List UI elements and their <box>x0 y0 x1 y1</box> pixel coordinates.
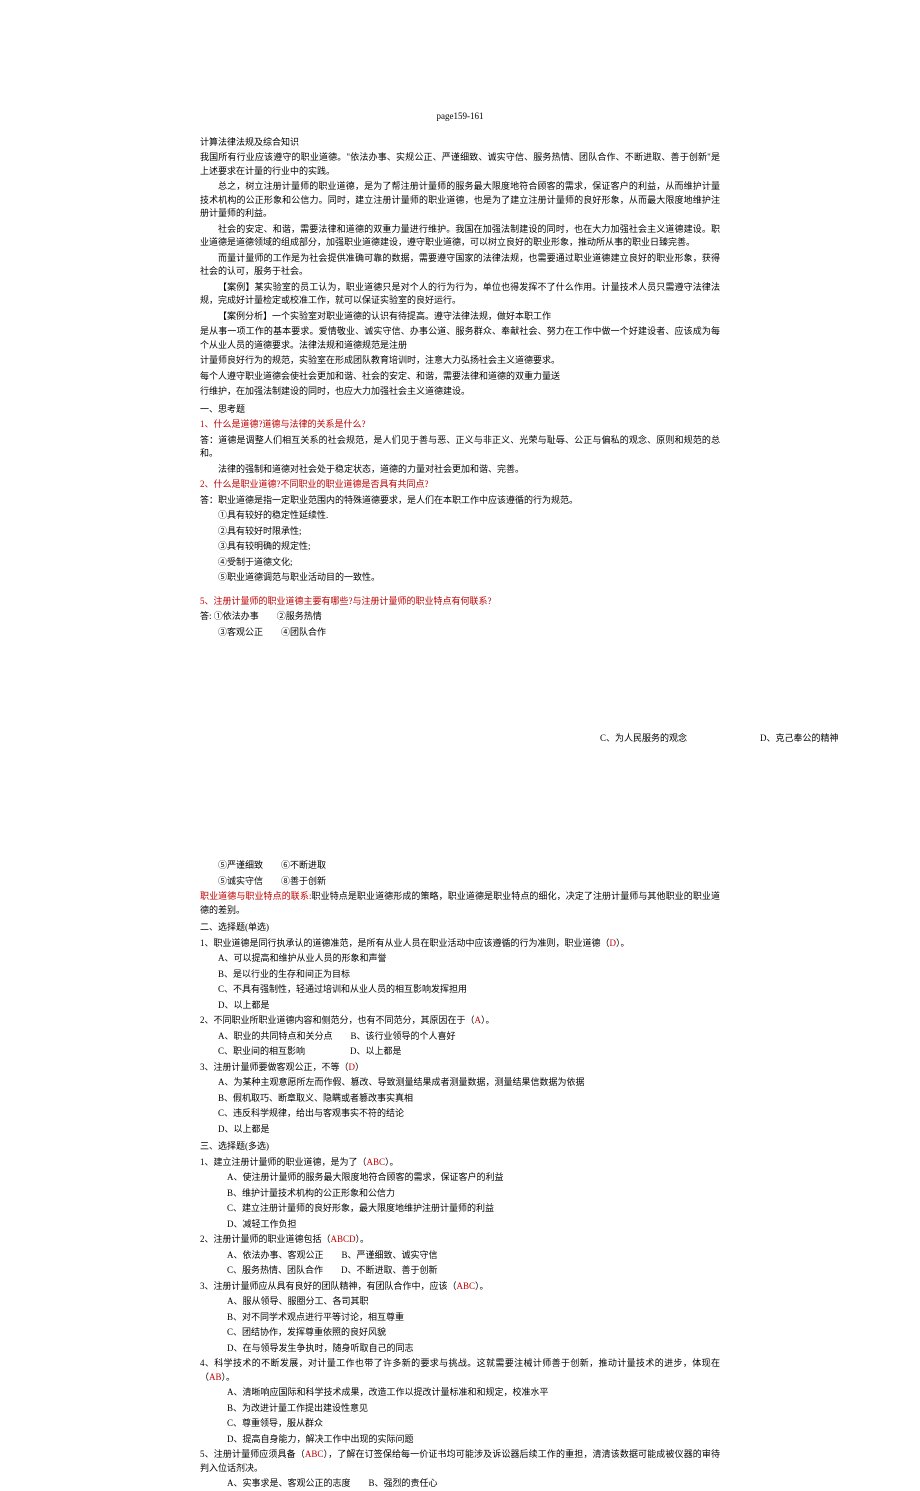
answer-5-2: ③客观公正 ④团队合作 <box>218 626 720 640</box>
paragraph: 行维护，在加强法制建设的同时，也应大力加强社会主义道德建设。 <box>200 385 720 399</box>
option: B、是以行业的生存和间正为目标 <box>218 968 720 982</box>
option: D、在与领导发生争执时，随身听取自己的同志 <box>227 1342 720 1356</box>
paragraph: 【案例分析】一个实验室对职业道德的认识有待提高。遵守法律法规，做好本职工作 <box>200 310 720 324</box>
option: B、维护计量技术机构的公正形象和公信力 <box>227 1187 720 1201</box>
paragraph: 【案例】某实验室的员工认为，职业道德只是对个人的行为行为，单位也得发挥不了什么作… <box>200 281 720 308</box>
paragraph: 计量师良好行为的规范，实验室在形成团队教育培训时，注意大力弘扬社会主义道德要求。 <box>200 354 720 368</box>
option: A、为某种主观意愿所左而作假、篡改、导致测量结果成者测量数据，测量结果信数据为依… <box>218 1076 720 1090</box>
answer-1: 答：道德是调整人们相互关系的社会规范，是人们见于善与恶、正义与非正义、光荣与耻辱… <box>200 434 720 461</box>
option: B、假机取巧、断章取义、隐瞒或者篡改事实真相 <box>218 1092 720 1106</box>
option: C、职业间的相互影响 D、以上都是 <box>218 1045 720 1059</box>
option: C、不具有强制性，轻通过培训和从业人员的相互影响发挥担用 <box>218 983 720 997</box>
list-item: ②具有较好时限承性; <box>218 525 720 539</box>
option: B、对不同学术观点进行平等讨论，相互尊重 <box>227 1311 720 1325</box>
page-header: page159-161 <box>200 110 720 124</box>
option: A、实事求是、客观公正的志度 B、强烈的责任心 <box>227 1477 720 1491</box>
s3-q1: 1、建立注册计量师的职业道德，是为了（ABC）。 <box>200 1156 720 1170</box>
paragraph: 而量计量师的工作是为社会提供准确可靠的数据，需要遵守国家的法律法规，也需要通过职… <box>200 252 720 279</box>
section-1-title: 一、思考题 <box>200 403 720 417</box>
option: C、服务热情、团队合作 D、不断进取、善于创新 <box>227 1264 720 1278</box>
relation-label: 职业道德与职业特点的联系: <box>200 891 311 901</box>
option-c: C、为人民服务的观念 <box>600 732 687 746</box>
option: D、减轻工作负担 <box>227 1218 720 1232</box>
paragraph: 每个人遵守职业道德会使社会更加和谐、社会的安定、和谐，需要法律和道德的双重力量送 <box>200 370 720 384</box>
s2-q1: 1、职业道德是同行执承认的道德准范，是所有从业人员在职业活动中应该遵循的行为准则… <box>200 937 720 951</box>
answer-2: 答：职业道德是指一定职业范围内的特殊道德要求，是人们在本职工作中应该遵循的行为规… <box>200 494 720 508</box>
list-item: ⑤诚实守信 ⑧善于创新 <box>218 875 720 889</box>
option: A、清晰响应国际和科学技术成果，改造工作以提改计量标准和和规定，校准水平 <box>227 1386 720 1400</box>
option: A、服从领导、服圈分工、各司其职 <box>227 1295 720 1309</box>
option: C、团结协作，发挥尊重依照的良好风貌 <box>227 1326 720 1340</box>
option: C、建立注册计量师的良好形象，最大限度地维护注册计量师的利益 <box>227 1202 720 1216</box>
list-item: ①具有较好的稳定性延续性. <box>218 509 720 523</box>
s3-q2: 2、注册计量师的职业道德包括（ABCD）。 <box>200 1233 720 1247</box>
paragraph: 我国所有行业应该遵守的职业道德。"依法办事、实规公正、严谨细致、诚实守信、服务热… <box>200 151 720 178</box>
option: A、使注册计量师的服务最大限度地符合顾客的需求，保证客户的利益 <box>227 1171 720 1185</box>
answer-1b: 法律的强制和道德对社会处于稳定状态，道德的力量对社会更加和谐、完善。 <box>200 463 720 477</box>
option: A、依法办事、客观公正 B、严谨细致、诚实守信 <box>227 1249 720 1263</box>
s3-q3: 3、注册计量师应从具有良好的团队精神，有团队合作中，应该（ABC）。 <box>200 1280 720 1294</box>
answer-5-1: 答: ①依法办事 ②服务热情 <box>200 610 720 624</box>
option: C、违反科学规律，给出与客观事实不符的结论 <box>218 1107 720 1121</box>
list-item: ⑤严谨细致 ⑥不断进取 <box>218 859 720 873</box>
s2-q3: 3、注册计量师要做客观公正，不等（D） <box>200 1061 720 1075</box>
option-d: D、克己奉公的精神 <box>760 732 839 746</box>
question-5: 5、注册计量师的职业道德主要有哪些?与注册计量师的职业特点有何联系? <box>200 595 720 609</box>
paragraph: 是从事一项工作的基本要求。爱情敬业、诚实守信、办事公道、服务群众、奉献社会、努力… <box>200 325 720 352</box>
s2-q2: 2、不同职业所职业道德内容和侧范分，也有不同范分，其原因在于（A）。 <box>200 1014 720 1028</box>
section-3-title: 三、选择题(多选) <box>200 1140 720 1154</box>
list-item: ③具有较明确的规定性; <box>218 540 720 554</box>
paragraph: 社会的安定、和谐，需要法律和道德的双重力量进行维护。我国在加强法制建设的同时，也… <box>200 223 720 250</box>
s3-q4: 4、科学技术的不断发展，对计量工作也带了许多新的要求与挑战。这就需要注械计师善于… <box>200 1357 720 1384</box>
option: C、尊重领导，服从群众 <box>227 1417 720 1431</box>
question-2: 2、什么是职业道德?不同职业的职业道德是否具有共同点? <box>200 478 720 492</box>
list-item: ④受制于道德文化; <box>218 556 720 570</box>
option: D、以上都是 <box>218 999 720 1013</box>
paragraph: 总之，树立注册计量师的职业道德，是为了帮注册计量师的服务最大限度地符合顾客的需求… <box>200 180 720 221</box>
option: B、为改进计量工作提出建设性意见 <box>227 1402 720 1416</box>
option: A、职业的共同特点和关分点 B、该行业领导的个人喜好 <box>218 1030 720 1044</box>
question-1: 1、什么是道德?道德与法律的关系是什么? <box>200 418 720 432</box>
option: D、提高自身能力，解决工作中出现的实际问题 <box>227 1433 720 1447</box>
option: D、以上都是 <box>218 1123 720 1137</box>
section-2-title: 二、选择题(单选) <box>200 921 720 935</box>
option: A、可以提高和维护从业人员的形象和声誉 <box>218 952 720 966</box>
list-item: ⑤职业道德调范与职业活动目的一致性。 <box>218 571 720 585</box>
s3-q5: 5、注册计量师应须具备（ABC），了解在订签保给每一价证书均可能涉及诉讼器后续工… <box>200 1448 720 1475</box>
relation-line: 职业道德与职业特点的联系:职业特点是职业道德形成的策略，职业道德是职业特点的细化… <box>200 890 720 917</box>
doc-title: 计算法律法规及综合知识 <box>200 136 720 150</box>
